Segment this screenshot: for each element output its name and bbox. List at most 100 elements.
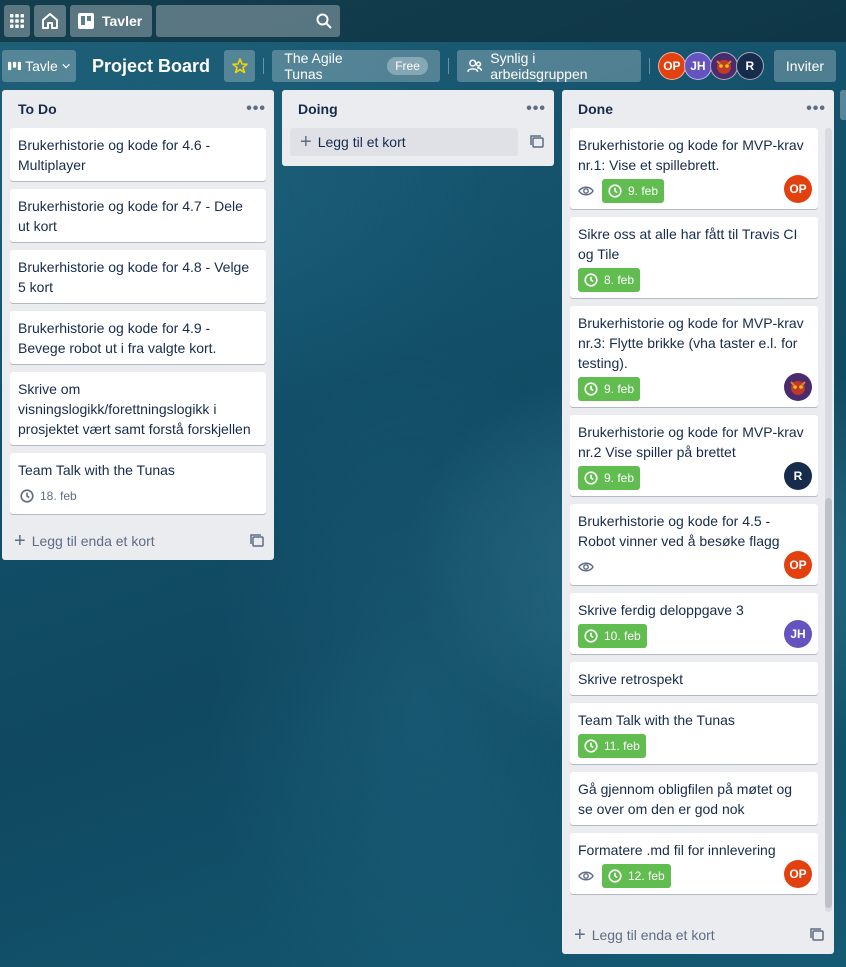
card[interactable]: Brukerhistorie og kode for 4.7 - Dele ut… xyxy=(10,189,266,242)
due-date-text: 9. feb xyxy=(604,471,635,485)
clock-icon xyxy=(608,184,622,198)
add-card-label: Legg til et kort xyxy=(317,134,406,150)
card[interactable]: Skrive ferdig deloppgave 3 10. feb JH xyxy=(570,593,818,654)
template-icon[interactable] xyxy=(810,928,824,942)
card[interactable]: Brukerhistorie og kode for 4.9 - Bevege … xyxy=(10,311,266,364)
top-header: Tavler xyxy=(0,0,846,42)
scrollbar-thumb[interactable] xyxy=(825,498,832,908)
due-date-text: 18. feb xyxy=(40,489,77,503)
list-title[interactable]: Done xyxy=(578,101,613,117)
list-menu-button[interactable]: ••• xyxy=(806,100,826,118)
app-switcher-button[interactable] xyxy=(4,5,30,37)
card[interactable]: Team Talk with the Tunas 18. feb xyxy=(10,453,266,514)
card[interactable]: Skrive retrospekt xyxy=(570,662,818,695)
add-card-button[interactable]: + Legg til enda et kort xyxy=(14,531,155,551)
boards-button[interactable]: Tavler xyxy=(70,5,152,37)
card-container: Brukerhistorie og kode for MVP-krav nr.1… xyxy=(562,128,834,894)
view-switcher-button[interactable]: Tavle xyxy=(2,50,76,82)
due-date-badge[interactable]: 8. feb xyxy=(578,268,641,292)
member-avatar[interactable]: OP xyxy=(657,52,686,80)
list-title[interactable]: Doing xyxy=(298,101,338,117)
list-footer: + Legg til et kort xyxy=(282,128,554,166)
card-badges: 8. feb xyxy=(578,268,810,292)
member-avatar[interactable]: R xyxy=(735,52,764,80)
card[interactable]: Brukerhistorie og kode for 4.8 - Velge 5… xyxy=(10,250,266,303)
due-date-text: 10. feb xyxy=(604,629,641,643)
card-member-avatar[interactable]: OP xyxy=(784,551,812,579)
card[interactable]: Skrive om visningslogikk/forettningslogi… xyxy=(10,372,266,445)
card[interactable]: Sikre oss at alle har fått til Travis CI… xyxy=(570,217,818,298)
member-avatar[interactable] xyxy=(709,52,738,80)
card-member-avatar[interactable]: OP xyxy=(784,860,812,888)
card-badges: 12. feb xyxy=(578,864,810,888)
monster-avatar-icon xyxy=(790,381,806,395)
due-date-badge[interactable]: 12. feb xyxy=(602,864,671,888)
card[interactable]: Brukerhistorie og kode for MVP-krav nr.3… xyxy=(570,306,818,407)
list-menu-button[interactable]: ••• xyxy=(526,100,546,118)
list-menu-button[interactable]: ••• xyxy=(246,100,266,118)
due-date-badge[interactable]: 9. feb xyxy=(578,466,641,490)
add-card-label: Legg til enda et kort xyxy=(31,533,155,549)
add-card-button[interactable]: + Legg til et kort xyxy=(290,128,518,156)
chevron-down-icon xyxy=(62,63,70,69)
card-member-avatar[interactable]: JH xyxy=(784,620,812,648)
template-icon[interactable] xyxy=(250,534,264,548)
card-title: Brukerhistorie og kode for 4.7 - Dele ut… xyxy=(18,198,243,234)
watch-eye-icon xyxy=(578,871,594,881)
invite-button[interactable]: Inviter xyxy=(773,50,837,82)
board-members: OP JH R xyxy=(657,52,764,80)
add-card-label: Legg til enda et kort xyxy=(591,927,715,943)
card[interactable]: Gå gjennom obligfilen på møtet og se ove… xyxy=(570,772,818,825)
board-title[interactable]: Project Board xyxy=(92,56,210,77)
list-done[interactable]: Done ••• Brukerhistorie og kode for MVP-… xyxy=(562,90,834,954)
card-title: Skrive om visningslogikk/forettningslogi… xyxy=(18,381,251,437)
due-date-badge[interactable]: 18. feb xyxy=(18,484,83,508)
search-field[interactable] xyxy=(156,5,340,37)
card-badges xyxy=(578,555,810,579)
card-member-avatar[interactable]: OP xyxy=(784,175,812,203)
grid-icon xyxy=(10,14,24,28)
visibility-button[interactable]: Synlig i arbeidsgruppen xyxy=(456,50,641,82)
card-title: Sikre oss at alle har fått til Travis CI… xyxy=(578,226,798,262)
card[interactable]: Team Talk with the Tunas 11. feb xyxy=(570,703,818,764)
clock-icon xyxy=(584,273,598,287)
home-icon xyxy=(42,13,58,29)
card[interactable]: Brukerhistorie og kode for MVP-krav nr.1… xyxy=(570,128,818,209)
clock-icon xyxy=(584,382,598,396)
header-divider xyxy=(648,58,650,74)
card-member-avatar[interactable] xyxy=(784,373,812,401)
next-list-edge[interactable] xyxy=(840,90,846,120)
list-title[interactable]: To Do xyxy=(18,101,57,117)
card[interactable]: Brukerhistorie og kode for MVP-krav nr.2… xyxy=(570,415,818,496)
card-title: Brukerhistorie og kode for 4.8 - Velge 5… xyxy=(18,259,250,295)
list-scrollbar[interactable] xyxy=(825,128,832,912)
card[interactable]: Brukerhistorie og kode for 4.5 - Robot v… xyxy=(570,504,818,585)
card-badges: 9. feb xyxy=(578,466,810,490)
star-button[interactable] xyxy=(224,50,256,82)
card-member-avatar[interactable]: R xyxy=(784,462,812,490)
header-divider xyxy=(263,58,265,74)
card-title: Brukerhistorie og kode for MVP-krav nr.3… xyxy=(578,315,804,371)
list-doing[interactable]: Doing ••• + Legg til et kort xyxy=(282,90,554,166)
clock-icon xyxy=(584,739,598,753)
member-avatar[interactable]: JH xyxy=(683,52,712,80)
plus-icon: + xyxy=(574,924,586,946)
card-title: Brukerhistorie og kode for MVP-krav nr.2… xyxy=(578,424,804,460)
list-footer: + Legg til enda et kort xyxy=(562,916,834,954)
card[interactable]: Formatere .md fil for innlevering 12. feb… xyxy=(570,833,818,894)
due-date-badge[interactable]: 9. feb xyxy=(578,377,641,401)
home-button[interactable] xyxy=(34,5,66,37)
add-card-button[interactable]: + Legg til enda et kort xyxy=(574,925,715,945)
due-date-badge[interactable]: 11. feb xyxy=(578,734,646,758)
card-title: Team Talk with the Tunas xyxy=(18,462,175,478)
due-date-badge[interactable]: 10. feb xyxy=(578,624,647,648)
list-to-do[interactable]: To Do ••• Brukerhistorie og kode for 4.6… xyxy=(2,90,274,560)
card[interactable]: Brukerhistorie og kode for 4.6 - Multipl… xyxy=(10,128,266,181)
list-header: To Do ••• xyxy=(2,90,274,128)
team-button[interactable]: The Agile Tunas Free xyxy=(272,50,440,82)
due-date-badge[interactable]: 9. feb xyxy=(602,179,665,203)
template-icon[interactable] xyxy=(530,135,544,149)
watching-badge xyxy=(578,561,594,573)
monster-avatar-icon xyxy=(716,60,732,74)
watching-badge xyxy=(578,870,594,882)
